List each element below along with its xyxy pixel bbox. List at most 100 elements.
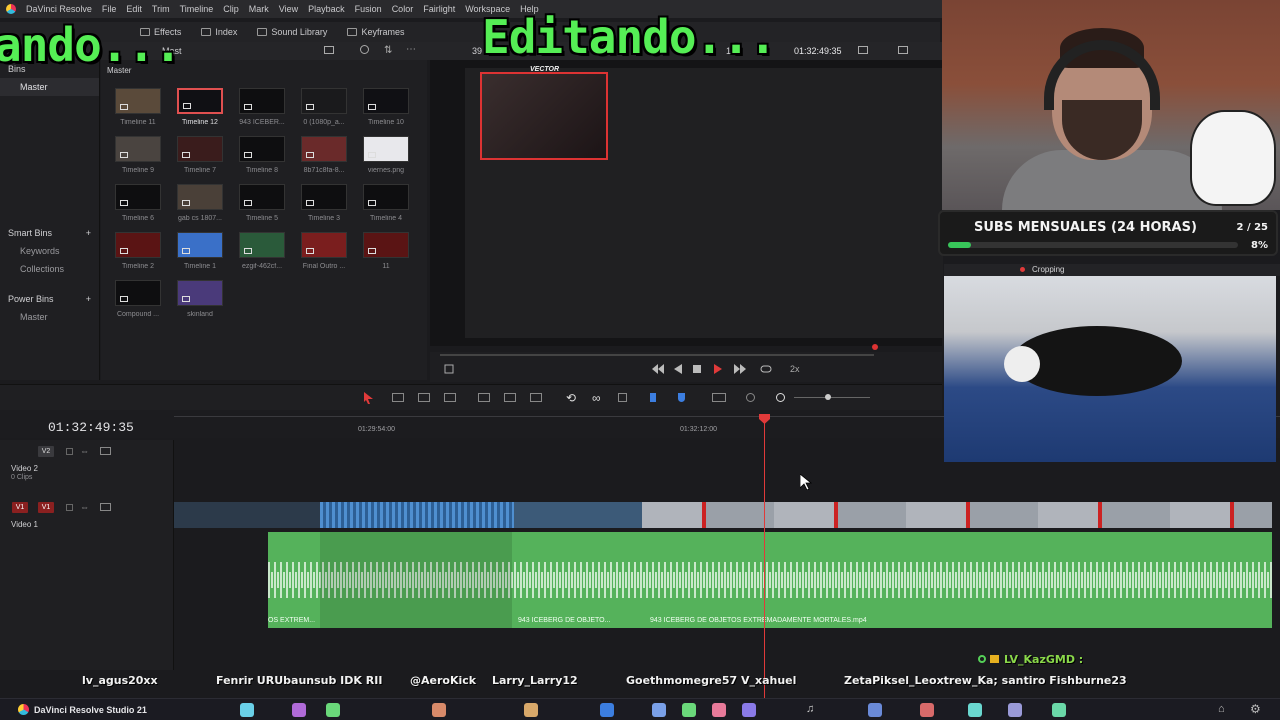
lock-icon[interactable]: [618, 393, 627, 402]
zoom-slider[interactable]: [794, 397, 870, 398]
menu-playback[interactable]: Playback: [308, 4, 345, 14]
insert-clip-icon[interactable]: [478, 393, 490, 402]
media-clip[interactable]: 943 ICEBER...: [237, 88, 287, 126]
zoom-level[interactable]: 39: [472, 46, 482, 56]
loop-icon[interactable]: [760, 364, 772, 374]
skip-forward-icon[interactable]: [734, 364, 746, 374]
menu-file[interactable]: File: [102, 4, 117, 14]
resolve-task-icon[interactable]: [600, 703, 614, 717]
media-clip[interactable]: Timeline 11: [113, 88, 163, 126]
add-smart-bin-icon[interactable]: +: [86, 228, 91, 238]
media-clip[interactable]: Timeline 8: [237, 136, 287, 174]
music-taskbar-icon[interactable]: ♫: [806, 703, 814, 715]
media-clip[interactable]: Timeline 5: [237, 184, 287, 222]
v2-track-badge[interactable]: V2: [38, 446, 54, 457]
audio-clip-strip[interactable]: [268, 532, 1272, 628]
auto-select-icon[interactable]: ⇔: [80, 502, 89, 512]
davinci-taskbar-icon[interactable]: [18, 704, 29, 715]
media-clip[interactable]: gab cs 1807...: [175, 184, 225, 222]
gear-icon[interactable]: ⚙: [1250, 702, 1261, 716]
sort-icon[interactable]: ⇅: [384, 45, 392, 56]
media-clip[interactable]: Timeline 9: [113, 136, 163, 174]
scrub-bar[interactable]: [440, 354, 874, 356]
playhead-line[interactable]: [764, 418, 765, 710]
zoom-slider-handle[interactable]: [825, 394, 831, 400]
scrub-marker[interactable]: [872, 344, 878, 350]
zoom-full-icon[interactable]: [712, 393, 726, 402]
menu-trim[interactable]: Trim: [152, 4, 170, 14]
v1-dest-badge[interactable]: V1: [12, 502, 28, 513]
subs-goal-count: 2 / 25: [1236, 222, 1269, 233]
smart-bin-collections[interactable]: Collections: [0, 260, 99, 278]
search-icon[interactable]: [360, 45, 369, 54]
media-clip[interactable]: Timeline 3: [299, 184, 349, 222]
viewer-mode-icon[interactable]: [898, 46, 908, 54]
trim-tool-icon[interactable]: [392, 393, 404, 402]
media-clip[interactable]: Timeline 6: [113, 184, 163, 222]
add-power-bin-icon[interactable]: +: [86, 294, 91, 304]
snapping-icon[interactable]: ⟲: [566, 391, 576, 405]
viewer-options-icon[interactable]: [858, 46, 868, 54]
lock-track-icon[interactable]: [66, 504, 73, 511]
media-clip[interactable]: Timeline 10: [361, 88, 411, 126]
track-monitor-icon[interactable]: [100, 447, 111, 455]
media-clip[interactable]: Final Outro ...: [299, 232, 349, 270]
menu-view[interactable]: View: [279, 4, 298, 14]
media-clip[interactable]: Timeline 2: [113, 232, 163, 270]
skip-back-icon[interactable]: [652, 364, 664, 374]
flag-icon[interactable]: [650, 393, 656, 402]
blade-tool-icon[interactable]: [444, 393, 456, 402]
zoom-detail-icon[interactable]: [746, 393, 755, 402]
replace-clip-icon[interactable]: [530, 393, 542, 402]
index-button[interactable]: Index: [191, 27, 247, 37]
track-monitor-icon[interactable]: [100, 503, 111, 511]
taskbar-app-label[interactable]: DaVinci Resolve Studio 21: [34, 705, 147, 715]
playback-speed[interactable]: 2x: [790, 364, 800, 374]
power-bin-master[interactable]: Master: [0, 308, 99, 326]
play-reverse-icon[interactable]: [674, 364, 682, 374]
selection-tool-icon[interactable]: [364, 392, 373, 404]
smart-bin-keywords[interactable]: Keywords: [0, 242, 99, 260]
timeline-clip-icon: [244, 152, 252, 158]
video-clip-segment[interactable]: [642, 502, 1272, 528]
auto-select-icon[interactable]: ⇔: [80, 446, 89, 456]
crop-icon[interactable]: [444, 364, 454, 374]
v1-clip-strip[interactable]: [174, 502, 1272, 528]
link-icon[interactable]: ∞: [592, 391, 601, 405]
grid-view-icon[interactable]: [324, 46, 334, 54]
marker-icon[interactable]: [678, 393, 685, 402]
zoom-custom-icon[interactable]: [776, 393, 785, 402]
bin-master[interactable]: Master: [0, 78, 99, 96]
media-clip[interactable]: 8b71c8fa-8...: [299, 136, 349, 174]
media-clip[interactable]: 0 (1080p_a...: [299, 88, 349, 126]
play-icon[interactable]: [714, 364, 722, 374]
media-clip[interactable]: Timeline 4: [361, 184, 411, 222]
lock-track-icon[interactable]: [66, 448, 73, 455]
sound-library-button[interactable]: Sound Library: [247, 27, 337, 37]
more-options-icon[interactable]: ⋯: [406, 44, 416, 55]
media-clip[interactable]: skinland: [175, 280, 225, 318]
menu-app[interactable]: DaVinci Resolve: [26, 4, 92, 14]
video-clip-segment[interactable]: [320, 502, 514, 528]
menu-timeline[interactable]: Timeline: [180, 4, 214, 14]
media-clip[interactable]: Compound ...: [113, 280, 163, 318]
media-clip[interactable]: Timeline 1: [175, 232, 225, 270]
media-clip[interactable]: 11: [361, 232, 411, 270]
menu-fusion[interactable]: Fusion: [355, 4, 382, 14]
overwrite-clip-icon[interactable]: [504, 393, 516, 402]
media-clip[interactable]: Timeline 7: [175, 136, 225, 174]
menu-color[interactable]: Color: [392, 4, 414, 14]
menu-mark[interactable]: Mark: [249, 4, 269, 14]
video-clip-segment[interactable]: [514, 502, 642, 528]
menu-clip[interactable]: Clip: [223, 4, 239, 14]
menu-edit[interactable]: Edit: [126, 4, 142, 14]
media-clip[interactable]: Timeline 12: [175, 88, 225, 126]
v1-track-badge[interactable]: V1: [38, 502, 54, 513]
dynamic-trim-icon[interactable]: [418, 393, 430, 402]
stop-icon[interactable]: [692, 364, 702, 374]
menu-fairlight[interactable]: Fairlight: [423, 4, 455, 14]
media-clip[interactable]: ezgif-462cf...: [237, 232, 287, 270]
media-clip[interactable]: viernes.png: [361, 136, 411, 174]
keyframes-button[interactable]: Keyframes: [337, 27, 414, 37]
home-icon[interactable]: ⌂: [1218, 703, 1225, 715]
